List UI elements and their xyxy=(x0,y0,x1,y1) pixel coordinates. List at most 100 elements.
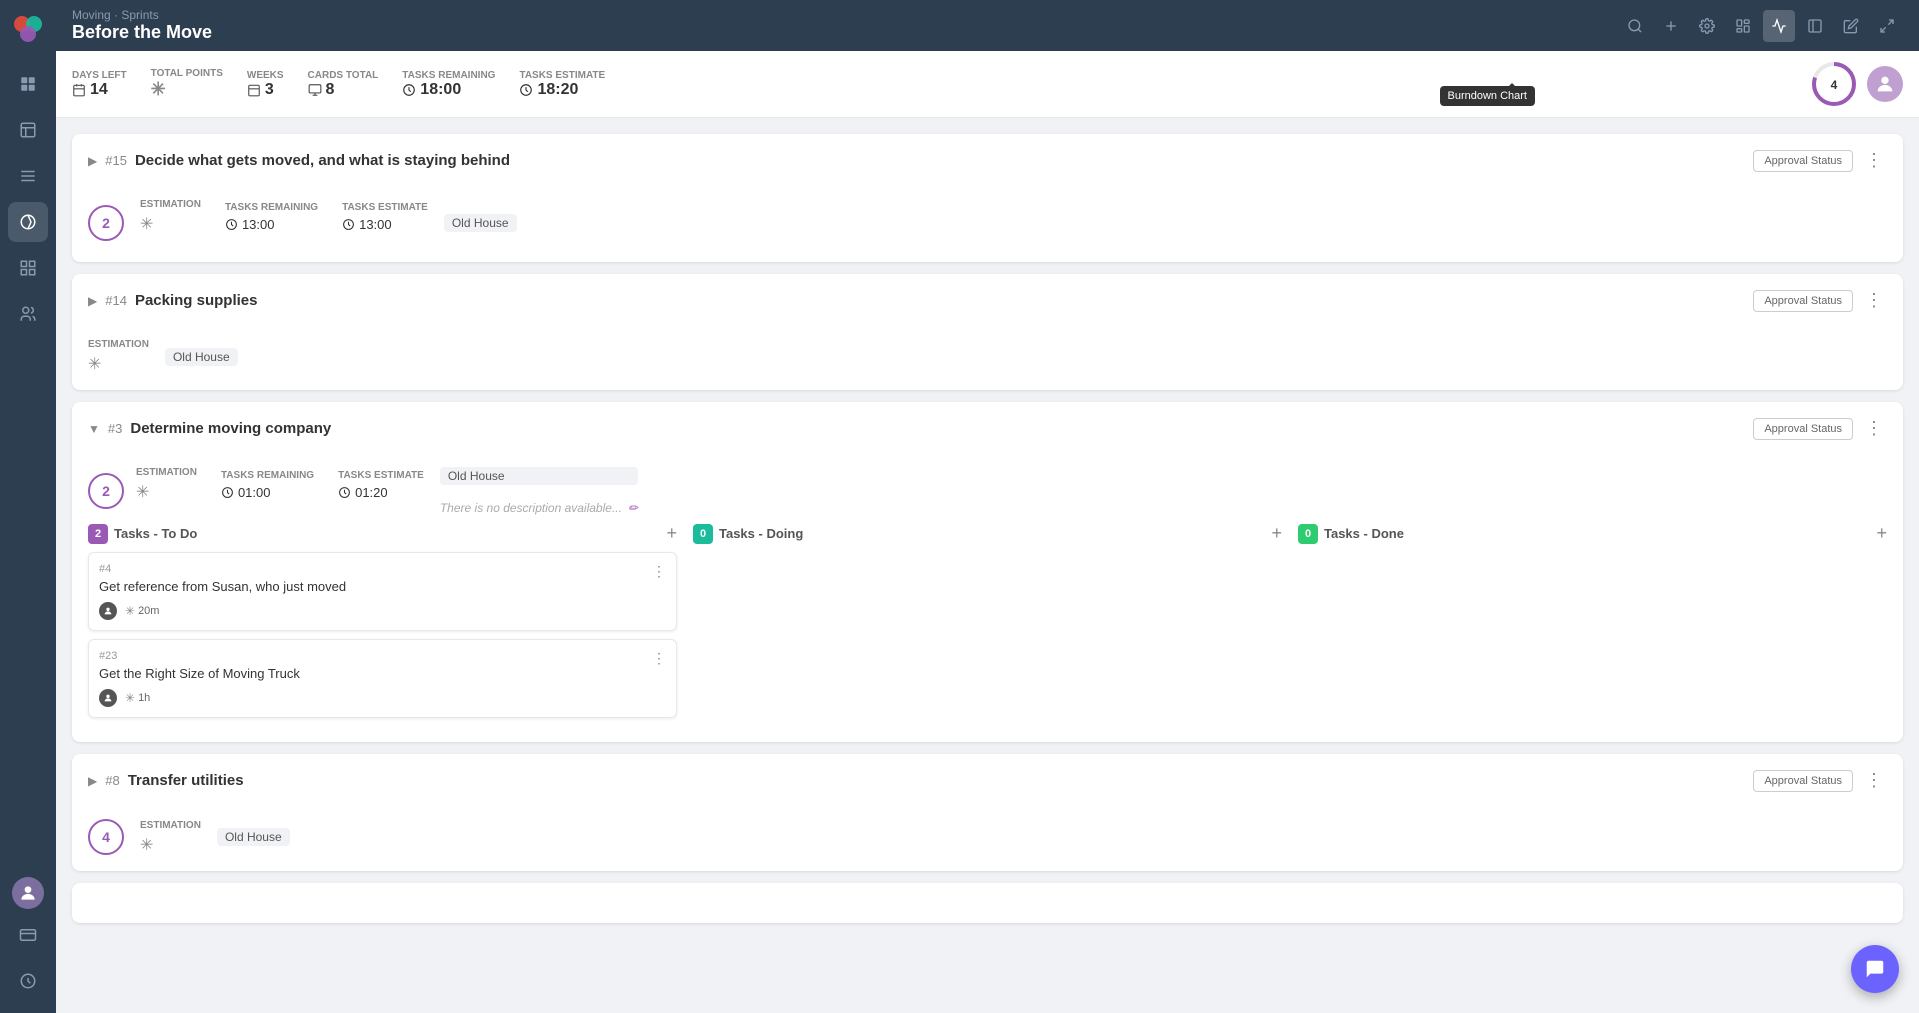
task-card-23: #23 Get the Right Size of Moving Truck ⋮ xyxy=(88,639,677,718)
doing-add-btn[interactable]: + xyxy=(1271,523,1282,544)
sidebar-item-sprints[interactable] xyxy=(8,202,48,242)
approval-status-btn-8[interactable]: Approval Status xyxy=(1753,770,1853,792)
app-logo[interactable] xyxy=(10,12,46,48)
chart-button[interactable] xyxy=(1763,10,1795,42)
kanban-col-header-doing: 0 Tasks - Doing + xyxy=(693,523,1282,544)
sidebar-item-team[interactable] xyxy=(8,294,48,334)
story-body-8: 4 ESTIMATION ✳ Old House xyxy=(72,807,1903,871)
kanban-board-3: 2 Tasks - To Do + #4 Get reference from … xyxy=(88,523,1887,726)
done-col-title: Tasks - Done xyxy=(1324,526,1404,541)
story-header-14[interactable]: ▶ #14 Packing supplies Approval Status ⋮ xyxy=(72,274,1903,327)
chevron-down-icon-3: ▼ xyxy=(88,422,100,436)
story-card-14: ▶ #14 Packing supplies Approval Status ⋮… xyxy=(72,274,1903,390)
top-header: Moving · Sprints Before the Move Burndow… xyxy=(56,0,1919,51)
todo-add-btn[interactable]: + xyxy=(666,523,677,544)
estimate-clock-icon xyxy=(519,83,533,97)
fullscreen-button[interactable] xyxy=(1871,10,1903,42)
edit-description-icon[interactable]: ✏ xyxy=(628,501,638,515)
svg-text:4: 4 xyxy=(1831,78,1838,92)
story-header-3[interactable]: ▼ #3 Determine moving company Approval S… xyxy=(72,402,1903,455)
stat-weeks: WEEKS 3 xyxy=(247,70,284,99)
story-body-14: ESTIMATION ✳ Old House xyxy=(72,327,1903,390)
cards-icon xyxy=(308,83,322,97)
sidebar-item-dashboard[interactable] xyxy=(8,64,48,104)
story-circle-3: 2 xyxy=(88,473,124,509)
clock-icon xyxy=(402,83,416,97)
doing-badge: 0 xyxy=(693,524,713,544)
story-header-15[interactable]: ▶ #15 Decide what gets moved, and what i… xyxy=(72,134,1903,187)
chat-button[interactable] xyxy=(1851,945,1899,993)
clock-icon xyxy=(342,218,355,231)
task-card-header-23: #23 Get the Right Size of Moving Truck ⋮ xyxy=(99,650,666,681)
sidebar-item-billing[interactable] xyxy=(8,915,48,955)
stat-tasks-estimate: TASKS ESTIMATE 18:20 xyxy=(519,70,605,99)
user-avatar-stats[interactable] xyxy=(1867,66,1903,102)
approval-status-btn-15[interactable]: Approval Status xyxy=(1753,150,1853,172)
chevron-right-icon: ▶ xyxy=(88,154,97,168)
asterisk-icon: ✳ xyxy=(151,79,166,100)
sidebar-item-menu[interactable] xyxy=(8,156,48,196)
story-meta-3: ESTIMATION ✳ TASKS REMAINING 01:00 xyxy=(136,467,424,502)
task-footer-23: ✳ 1h xyxy=(99,689,666,707)
stat-cards-total: CARDS TOTAL 8 xyxy=(308,70,379,99)
story-description-3: There is no description available... ✏ xyxy=(440,501,638,515)
story-body-15: 2 ESTIMATION ✳ TASKS REMAINING 13:00 xyxy=(72,187,1903,262)
story-card-3: ▼ #3 Determine moving company Approval S… xyxy=(72,402,1903,742)
kanban-col-header-done: 0 Tasks - Done + xyxy=(1298,523,1887,544)
kanban-col-header-todo: 2 Tasks - To Do + xyxy=(88,523,677,544)
more-options-btn-8[interactable]: ⋮ xyxy=(1861,766,1887,795)
chevron-right-icon-8: ▶ xyxy=(88,774,97,788)
task-time-4: ✳ 20m xyxy=(125,604,159,618)
board-button[interactable] xyxy=(1727,10,1759,42)
user-avatar-sidebar[interactable] xyxy=(12,877,44,909)
stat-days-left: DAYS LEFT 14 xyxy=(72,70,127,99)
more-options-btn-14[interactable]: ⋮ xyxy=(1861,286,1887,315)
page-title: Before the Move xyxy=(72,22,212,43)
task-more-btn-4[interactable]: ⋮ xyxy=(652,563,666,580)
clock-icon xyxy=(221,486,234,499)
story-meta-15: ESTIMATION ✳ TASKS REMAINING 13:00 TASKS… xyxy=(140,199,428,234)
add-button[interactable] xyxy=(1655,10,1687,42)
more-options-btn-15[interactable]: ⋮ xyxy=(1861,146,1887,175)
task-time-23: ✳ 1h xyxy=(125,691,150,705)
clock-icon xyxy=(338,486,351,499)
story-card-partial xyxy=(72,883,1903,923)
story-header-8[interactable]: ▶ #8 Transfer utilities Approval Status … xyxy=(72,754,1903,807)
calendar-icon xyxy=(72,83,86,97)
stat-tasks-remaining: TASKS REMAINING 18:00 xyxy=(402,70,495,99)
sidebar-item-reports[interactable] xyxy=(8,110,48,150)
list-button[interactable] xyxy=(1799,10,1831,42)
done-badge: 0 xyxy=(1298,524,1318,544)
chevron-right-icon-14: ▶ xyxy=(88,294,97,308)
kanban-col-done: 0 Tasks - Done + xyxy=(1298,523,1887,726)
task-assignee-icon-23 xyxy=(99,689,117,707)
meta-tasks-estimate-3: TASKS ESTIMATE 01:20 xyxy=(338,470,424,500)
burndown-chart[interactable]: 4 xyxy=(1809,59,1859,109)
sidebar-item-grid[interactable] xyxy=(8,248,48,288)
story-circle-8: 4 xyxy=(88,819,124,855)
stats-bar: DAYS LEFT 14 TOTAL POINTS ✳ WEEKS 3 CARD… xyxy=(56,51,1919,118)
meta-estimation-15: ESTIMATION ✳ xyxy=(140,199,201,234)
story-card-8: ▶ #8 Transfer utilities Approval Status … xyxy=(72,754,1903,871)
weeks-icon xyxy=(247,83,261,97)
sidebar-item-expand[interactable] xyxy=(8,961,48,1001)
story-circle-15: 2 xyxy=(88,205,124,241)
more-options-btn-3[interactable]: ⋮ xyxy=(1861,414,1887,443)
meta-tasks-remaining-15: TASKS REMAINING 13:00 xyxy=(225,202,318,232)
edit-button[interactable] xyxy=(1835,10,1867,42)
sidebar-bottom xyxy=(8,877,48,1001)
story-tag-14: Old House xyxy=(165,348,238,366)
approval-status-btn-3[interactable]: Approval Status xyxy=(1753,418,1853,440)
search-button[interactable] xyxy=(1619,10,1651,42)
done-add-btn[interactable]: + xyxy=(1876,523,1887,544)
task-more-btn-23[interactable]: ⋮ xyxy=(652,650,666,667)
settings-button[interactable] xyxy=(1691,10,1723,42)
meta-estimation-14: ESTIMATION ✳ xyxy=(88,339,149,374)
story-tag-15: Old House xyxy=(444,214,517,232)
approval-status-btn-14[interactable]: Approval Status xyxy=(1753,290,1853,312)
stat-total-points: TOTAL POINTS ✳ xyxy=(151,68,223,100)
task-assignee-icon-4 xyxy=(99,602,117,620)
content-area: ▶ #15 Decide what gets moved, and what i… xyxy=(56,118,1919,1013)
meta-tasks-estimate-15: TASKS ESTIMATE 13:00 xyxy=(342,202,428,232)
kanban-col-todo: 2 Tasks - To Do + #4 Get reference from … xyxy=(88,523,677,726)
